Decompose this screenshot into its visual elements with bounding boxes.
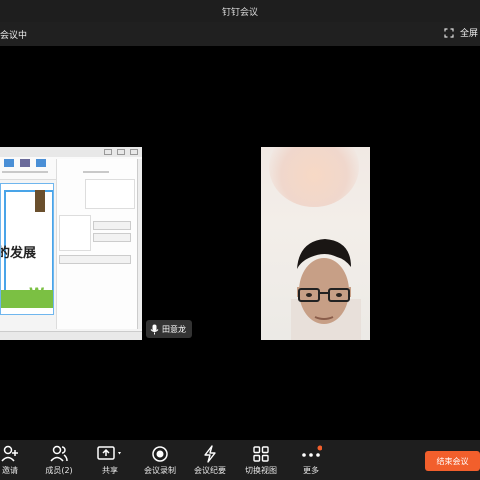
minutes-label: 会议纪要	[194, 466, 226, 475]
participant-name: 田意龙	[162, 324, 186, 334]
slide-grass	[1, 290, 53, 308]
share-screen-icon	[97, 446, 121, 460]
switch-view-label: 切换视图	[245, 466, 277, 475]
shared-app-statusbar	[0, 331, 142, 340]
members-label: 成员(2)	[45, 466, 73, 475]
panel-heading	[83, 171, 109, 173]
participant-name-tag: 田意龙	[146, 320, 192, 338]
participant-video-tile[interactable]	[261, 147, 370, 340]
record-label: 会议录制	[144, 466, 176, 475]
meeting-stage: 的发展 W 田意龙	[0, 46, 480, 440]
grid-view-icon	[253, 446, 269, 462]
panel-button	[93, 233, 131, 242]
ribbon-icon	[4, 159, 14, 167]
slide-decoration-vine	[35, 190, 45, 212]
participant-avatar-video	[291, 239, 361, 340]
fullscreen-icon	[444, 27, 454, 38]
ribbon-labels	[2, 171, 48, 173]
panel-button	[59, 255, 131, 264]
ribbon-icon	[20, 159, 30, 167]
panel-button	[93, 221, 131, 230]
minutes-icon	[204, 445, 216, 463]
members-button[interactable]: 成员(2)	[35, 444, 83, 476]
slide-title: 的发展	[1, 246, 37, 261]
minutes-button[interactable]: 会议纪要	[186, 444, 234, 476]
more-button[interactable]: 更多	[287, 444, 335, 476]
invite-label: 邀请	[2, 466, 18, 475]
meeting-status-text: 会议中	[0, 31, 28, 41]
meeting-status-bar: 会议中 全屏	[0, 22, 480, 46]
background-light	[269, 147, 359, 207]
invite-icon	[1, 445, 18, 462]
panel-thumbnail	[59, 215, 91, 251]
window-title: 钉钉会议	[221, 7, 258, 18]
microphone-icon	[150, 324, 159, 334]
fullscreen-button[interactable]: 全屏	[444, 26, 478, 39]
notification-badge	[317, 445, 322, 451]
share-button[interactable]: 共享	[86, 444, 134, 476]
share-label: 共享	[102, 466, 118, 475]
meeting-toolbar: 邀请 成员(2) 共享 会议录制 会议纪要 切换视图 更多	[0, 440, 480, 480]
fullscreen-label: 全屏	[459, 29, 478, 39]
shared-app-scrollbar	[137, 159, 142, 329]
shared-app-titlebar	[0, 147, 142, 157]
more-icon	[302, 445, 322, 457]
record-button[interactable]: 会议录制	[136, 444, 184, 476]
invite-button[interactable]: 邀请	[0, 444, 34, 476]
members-icon	[50, 445, 68, 462]
record-icon	[152, 446, 168, 462]
end-meeting-button[interactable]: 结束会议	[425, 451, 480, 471]
panel-card	[85, 179, 135, 209]
shared-screen-tile[interactable]: 的发展 W	[0, 147, 142, 340]
more-label: 更多	[303, 466, 319, 475]
ribbon-icon	[36, 159, 46, 167]
window-titlebar: 钉钉会议	[0, 0, 480, 22]
slide-letter: W	[29, 286, 45, 302]
switch-view-button[interactable]: 切换视图	[237, 444, 285, 476]
slide-preview: 的发展 W	[0, 183, 54, 315]
shared-app-side-panel	[56, 159, 137, 329]
